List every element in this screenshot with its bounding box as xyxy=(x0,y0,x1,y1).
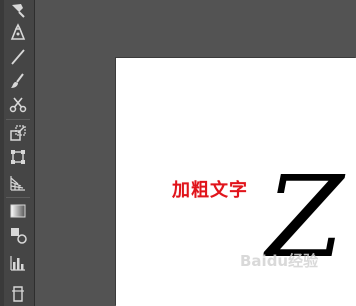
blend-tool-icon[interactable] xyxy=(6,224,30,246)
bold-text-label[interactable]: 加粗文字 xyxy=(172,176,248,202)
gradient-tool-icon[interactable] xyxy=(6,200,30,222)
tools-panel xyxy=(0,0,35,306)
artboard-tool-icon[interactable] xyxy=(6,282,30,304)
toolbar-divider xyxy=(6,197,30,198)
illustrator-window: 加粗文字 Z Baidu经验 xyxy=(0,0,356,306)
scissors-tool-icon[interactable] xyxy=(6,94,30,116)
pen-tool-icon[interactable] xyxy=(6,22,30,44)
column-graph-tool-icon[interactable] xyxy=(6,252,30,274)
toolbar-divider xyxy=(6,119,30,120)
watermark-text: Baidu经验 xyxy=(240,252,319,270)
paintbrush-tool-icon[interactable] xyxy=(6,70,30,92)
toolbar-grip[interactable] xyxy=(0,0,4,306)
baidu-watermark: Baidu经验 xyxy=(240,250,318,271)
scale-tool-icon[interactable] xyxy=(6,122,30,144)
line-segment-tool-icon[interactable] xyxy=(6,46,30,68)
perspective-grid-tool-icon[interactable] xyxy=(6,172,30,194)
artboard-canvas[interactable]: 加粗文字 Z Baidu经验 xyxy=(116,58,356,306)
free-transform-tool-icon[interactable] xyxy=(6,146,30,168)
eyedropper-icon[interactable] xyxy=(6,0,30,22)
